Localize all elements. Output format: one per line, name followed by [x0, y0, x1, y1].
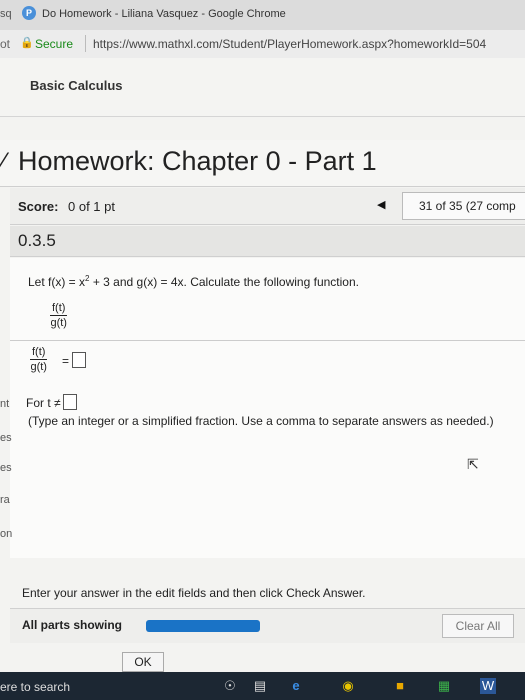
clear-all-button[interactable]: Clear All: [442, 614, 514, 638]
parts-progress-fill: [146, 620, 260, 632]
score-bar: Score: 0 of 1 pt ◀ 31 of 35 (27 comp: [10, 188, 525, 225]
windows-taskbar: ere to search ☉ ▤ e ◉ ■ ▦ W: [0, 672, 525, 700]
parts-label: All parts showing: [22, 618, 123, 632]
course-title: Basic Calculus: [30, 78, 123, 93]
side-fragment: on: [0, 528, 13, 540]
problem-text-end: + 3 and g(x) = 4x. Calculate the followi…: [89, 275, 359, 289]
for-t-label: For t ≠: [26, 396, 61, 410]
answer-fraction: f(t) g(t): [30, 346, 48, 373]
score-value: 0 of 1 pt: [68, 199, 115, 214]
window-title: Do Homework - Liliana Vasquez - Google C…: [42, 8, 286, 20]
answer-fraction-numerator: f(t): [30, 346, 48, 360]
browser-icon: P: [22, 6, 36, 20]
address-divider: [85, 35, 86, 52]
previous-question-icon[interactable]: ◀: [377, 198, 385, 211]
problem-statement: Let f(x) = x2 + 3 and g(x) = 4x. Calcula…: [28, 274, 359, 289]
section-bar: 0.3.5: [10, 226, 525, 257]
answer-fraction-denominator: g(t): [30, 361, 47, 373]
chrome-browser-icon[interactable]: ◉: [340, 678, 356, 694]
parts-bar: All parts showing Clear All: [10, 608, 525, 643]
side-fragment: nt: [0, 398, 10, 410]
score-label: Score:: [18, 199, 59, 214]
address-bar[interactable]: ot 🔒 Secure https://www.mathxl.com/Stude…: [0, 30, 525, 59]
equals-sign: =: [62, 354, 70, 368]
divider: [10, 340, 525, 341]
title-left-fragment: sq: [0, 8, 12, 20]
file-explorer-icon[interactable]: ■: [392, 678, 408, 694]
mouse-cursor-icon: ⇱: [467, 456, 479, 472]
answer-instruction: Enter your answer in the edit fields and…: [22, 586, 366, 600]
task-view-icon[interactable]: ▤: [252, 678, 268, 694]
answer-hint: (Type an integer or a simplified fractio…: [28, 414, 494, 428]
problem-text-start: Let f(x) = x: [28, 275, 86, 289]
ok-button[interactable]: OK: [122, 652, 164, 672]
side-fragment: ra: [0, 494, 10, 506]
fraction-denominator: g(t): [50, 317, 67, 329]
target-fraction: f(t) g(t): [50, 302, 68, 329]
answer-input-function[interactable]: [72, 352, 86, 368]
answer-input-restriction[interactable]: [63, 394, 77, 410]
browser-title-bar: sq P Do Homework - Liliana Vasquez - Goo…: [0, 0, 525, 30]
parts-progress-bar: [146, 620, 260, 632]
url-text[interactable]: https://www.mathxl.com/Student/PlayerHom…: [93, 37, 486, 51]
question-content: Let f(x) = x2 + 3 and g(x) = 4x. Calcula…: [10, 258, 525, 558]
section-number: 0.3.5: [18, 231, 56, 250]
word-icon[interactable]: W: [480, 678, 496, 694]
question-navigator[interactable]: 31 of 35 (27 comp: [402, 192, 525, 220]
page-title: Homework: Chapter 0 - Part 1: [18, 146, 377, 176]
homework-header: ⁄ Homework: Chapter 0 - Part 1: [0, 140, 525, 187]
store-icon[interactable]: ▦: [436, 678, 452, 694]
fraction-numerator: f(t): [50, 302, 68, 316]
lock-icon: 🔒: [20, 37, 34, 49]
side-fragment: es: [0, 432, 12, 444]
address-left-fragment: ot: [0, 37, 11, 51]
course-header: Basic Calculus: [0, 58, 525, 117]
side-fragment: es: [0, 462, 12, 474]
edge-browser-icon[interactable]: e: [288, 678, 304, 694]
microphone-icon[interactable]: ☉: [222, 678, 238, 694]
menu-arrow-icon[interactable]: ⁄: [2, 148, 6, 176]
secure-label: Secure: [35, 37, 74, 51]
taskbar-search[interactable]: ere to search: [0, 680, 70, 694]
browser-viewport: ot 🔒 Secure https://www.mathxl.com/Stude…: [0, 30, 525, 700]
